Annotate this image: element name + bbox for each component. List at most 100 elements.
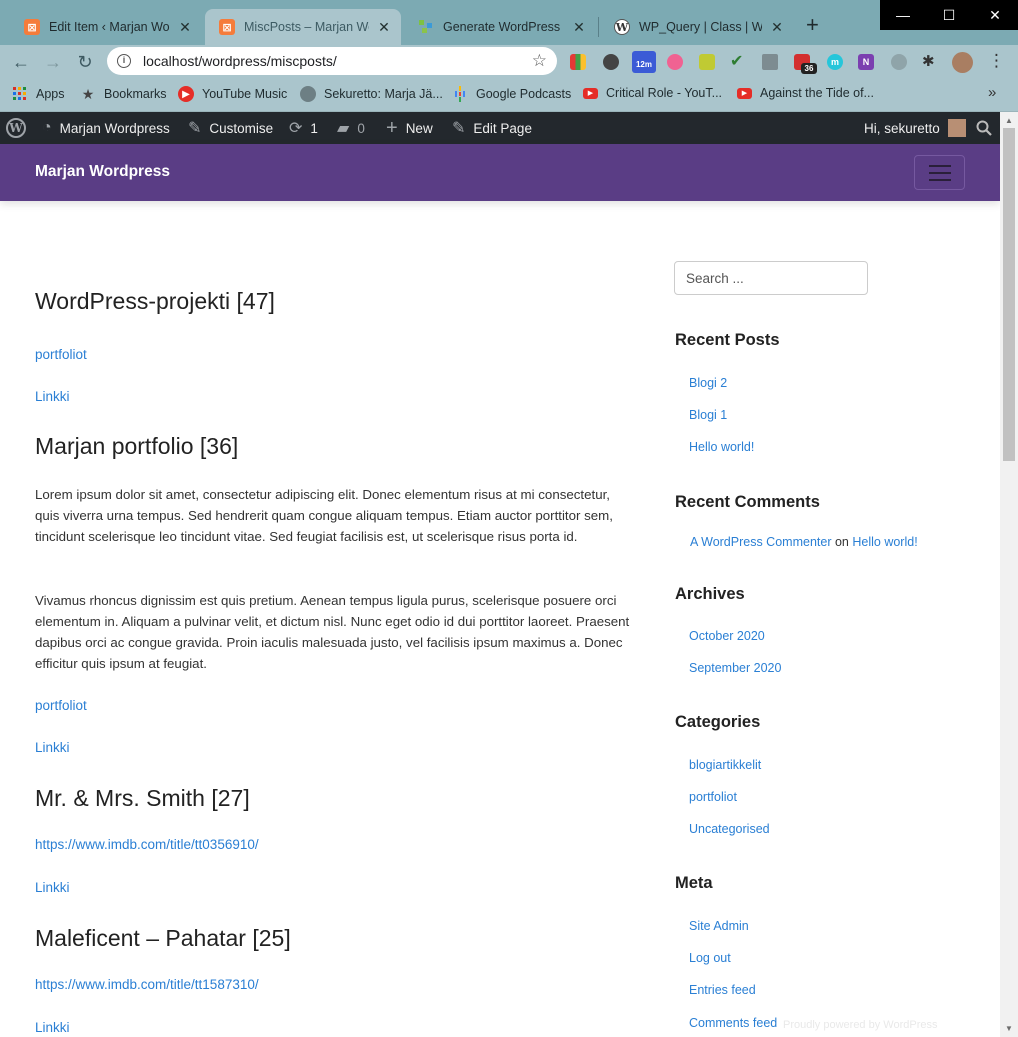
recent-post-link[interactable]: Hello world!	[689, 440, 754, 454]
scroll-thumb[interactable]	[1003, 128, 1015, 461]
notes-extension-icon[interactable]	[699, 54, 715, 70]
chrome-menu-icon[interactable]: ⋮	[988, 51, 1005, 71]
bookmark-bookmarks[interactable]: ★ Bookmarks	[80, 86, 167, 102]
forward-arrow-icon[interactable]: →	[42, 51, 64, 73]
meta-link[interactable]: Site Admin	[689, 919, 749, 933]
post-title[interactable]: Marjan portfolio [36]	[35, 433, 238, 460]
meta-link[interactable]: Log out	[689, 951, 731, 965]
post-link[interactable]: Linkki	[35, 740, 70, 755]
search-input[interactable]	[674, 261, 868, 295]
recent-post-link[interactable]: Blogi 2	[689, 376, 727, 390]
scroll-down-arrow-icon[interactable]: ▼	[1005, 1024, 1013, 1033]
browser-tab-wp-query[interactable]: W WP_Query | Class | WordPress ✕	[600, 9, 794, 45]
hamburger-line	[928, 178, 951, 181]
more-bookmarks-icon[interactable]: »	[988, 84, 996, 101]
category-link[interactable]: Uncategorised	[689, 822, 770, 836]
reload-icon[interactable]: ↻	[74, 51, 96, 73]
category-link[interactable]: portfoliot	[689, 790, 737, 804]
site-header: Marjan Wordpress	[0, 144, 1000, 201]
meta-link[interactable]: Comments feed	[689, 1016, 777, 1030]
onenote-extension-icon[interactable]: N	[858, 54, 874, 70]
site-title[interactable]: Marjan Wordpress	[35, 163, 170, 181]
admin-my-account[interactable]: Hi, sekuretto	[864, 112, 966, 144]
comment-author-link[interactable]: A WordPress Commenter	[690, 535, 831, 549]
bookmark-against-the-tide[interactable]: ▶ Against the Tide of...	[737, 86, 874, 100]
extension-colorful-icon[interactable]	[570, 54, 586, 70]
post-category-link[interactable]: portfoliot	[35, 347, 87, 362]
puzzle-extensions-icon[interactable]: ✱	[922, 54, 938, 70]
post-link[interactable]: Linkki	[35, 389, 70, 404]
back-arrow-icon[interactable]: ←	[10, 51, 32, 73]
admin-site-name[interactable]: ◔ Marjan Wordpress	[42, 112, 170, 144]
meta-link[interactable]: Entries feed	[689, 983, 756, 997]
menu-toggle-button[interactable]	[914, 155, 965, 190]
bookmark-apps[interactable]: Apps	[12, 86, 65, 102]
post-title[interactable]: Mr. & Mrs. Smith [27]	[35, 785, 250, 812]
bookmark-critical-role[interactable]: ▶ Critical Role - YouT...	[583, 86, 722, 100]
admin-site-name-label: Marjan Wordpress	[59, 120, 170, 136]
close-tab-icon[interactable]: ✕	[178, 19, 192, 36]
minimize-icon[interactable]: —	[880, 0, 926, 30]
close-window-icon[interactable]: ✕	[972, 0, 1018, 30]
admin-customise[interactable]: ✎ Customise	[188, 112, 273, 144]
archive-link[interactable]: September 2020	[689, 661, 781, 675]
apps-grid-icon	[12, 86, 28, 102]
bookmark-label: Bookmarks	[104, 87, 167, 101]
close-tab-icon[interactable]: ✕	[572, 19, 586, 36]
gray-extension-icon[interactable]	[891, 54, 907, 70]
admin-new[interactable]: + New	[386, 112, 433, 144]
maximize-icon[interactable]: ☐	[926, 0, 972, 30]
admin-search[interactable]	[976, 112, 992, 144]
browser-toolbar: ← → ↻ i localhost/wordpress/miscposts/ ☆…	[0, 45, 1018, 79]
recent-post-link[interactable]: Blogi 1	[689, 408, 727, 422]
widget-heading-meta: Meta	[675, 874, 713, 892]
tab-title: Generate WordPress Posts	[443, 20, 564, 34]
browser-tab-generate-posts[interactable]: Generate WordPress Posts ✕	[404, 9, 596, 45]
timer-extension-icon[interactable]: 12m	[632, 51, 656, 73]
browser-tab-strip: ⊠ Edit Item ‹ Marjan Wordpress ✕ ⊠ MiscP…	[0, 0, 1018, 45]
record-extension-icon[interactable]	[667, 54, 683, 70]
close-tab-icon[interactable]: ✕	[377, 19, 391, 36]
close-tab-icon[interactable]: ✕	[770, 19, 784, 36]
xampp-icon: ⊠	[24, 19, 40, 35]
hamburger-line	[928, 171, 951, 174]
lightbulb-extension-icon[interactable]	[603, 54, 619, 70]
browser-tab-edit-item[interactable]: ⊠ Edit Item ‹ Marjan Wordpress ✕	[10, 9, 202, 45]
page-scrollbar[interactable]: ▲ ▼	[1000, 112, 1018, 1037]
category-link[interactable]: blogiartikkelit	[689, 758, 761, 772]
profile-avatar[interactable]	[952, 52, 973, 73]
scroll-up-arrow-icon[interactable]: ▲	[1005, 116, 1013, 125]
browser-tab-miscposts[interactable]: ⊠ MiscPosts – Marjan Wordpress ✕	[205, 9, 401, 45]
site-info-icon[interactable]: i	[117, 54, 131, 68]
post-paragraph: Lorem ipsum dolor sit amet, consectetur …	[35, 487, 613, 544]
post-title[interactable]: WordPress-projekti [47]	[35, 288, 275, 315]
post-link[interactable]: Linkki	[35, 880, 70, 895]
bookmark-youtube-music[interactable]: ▶ YouTube Music	[178, 86, 287, 102]
momentum-extension-icon[interactable]: m	[827, 54, 843, 70]
bookmarks-bar: Apps ★ Bookmarks ▶ YouTube Music Sekuret…	[0, 79, 1018, 112]
post-link[interactable]: Linkki	[35, 1020, 70, 1035]
address-bar[interactable]: i localhost/wordpress/miscposts/ ☆	[107, 47, 557, 75]
tab-separator	[598, 17, 599, 37]
bookmark-label: Google Podcasts	[476, 87, 572, 101]
archive-link[interactable]: October 2020	[689, 629, 765, 643]
checkmark-extension-icon[interactable]: ✔	[730, 54, 746, 70]
new-tab-button[interactable]: +	[806, 14, 819, 36]
post-title[interactable]: Maleficent – Pahatar [25]	[35, 925, 291, 952]
admin-edit-page[interactable]: ✎ Edit Page	[452, 112, 532, 144]
bookmark-google-podcasts[interactable]: Google Podcasts	[452, 86, 571, 102]
admin-comments[interactable]: ▰ 0	[337, 112, 365, 144]
post-url-link[interactable]: https://www.imdb.com/title/tt1587310/	[35, 977, 259, 992]
wp-logo-menu[interactable]: W	[6, 112, 26, 144]
bookmark-star-icon[interactable]: ☆	[532, 51, 547, 71]
admin-updates[interactable]: ⟳ 1	[289, 112, 318, 144]
wordpress-logo-icon: W	[6, 118, 26, 138]
comment-post-link[interactable]: Hello world!	[852, 535, 917, 549]
recent-comment: A WordPress Commenter on Hello world!	[690, 535, 918, 549]
pencil-icon: ✎	[452, 120, 466, 137]
bookmark-sekuretto[interactable]: Sekuretto: Marja Jä...	[300, 86, 443, 102]
drive-extension-icon[interactable]	[762, 54, 778, 70]
post-category-link[interactable]: portfoliot	[35, 698, 87, 713]
post-url-link[interactable]: https://www.imdb.com/title/tt0356910/	[35, 837, 259, 852]
tab-title: WP_Query | Class | WordPress	[639, 20, 762, 34]
